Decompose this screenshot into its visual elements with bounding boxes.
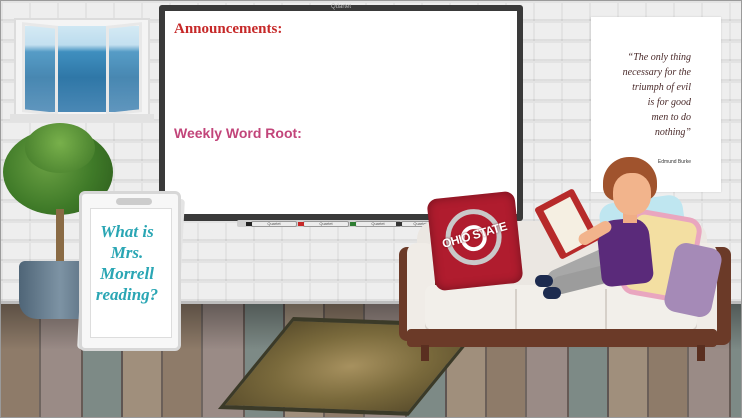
weekly-word-root-heading[interactable]: Weekly Word Root: xyxy=(174,125,302,141)
bitmoji-classroom-scene: Quartet Announcements: Weekly Word Root:… xyxy=(0,0,742,418)
whiteboard-brand: Quartet xyxy=(330,4,351,10)
window[interactable] xyxy=(10,18,154,122)
whiteboard: Quartet Announcements: Weekly Word Root: xyxy=(159,4,523,221)
bitmoji-reading-avatar[interactable] xyxy=(529,157,679,307)
sign-text: What is Mrs. Morrell reading? xyxy=(95,222,159,304)
marker-red[interactable]: Quartet xyxy=(298,221,349,227)
window-pane-right xyxy=(106,22,142,116)
quote-text: “The only thing necessary for the triump… xyxy=(622,52,691,138)
sandwich-board-sign[interactable]: What is Mrs. Morrell reading? xyxy=(77,191,187,355)
marker-black[interactable]: Quartet xyxy=(246,221,297,227)
marker-green[interactable]: Quartet xyxy=(350,221,401,227)
announcements-heading[interactable]: Announcements: xyxy=(174,21,282,38)
window-sill xyxy=(10,114,154,122)
window-pane-left xyxy=(22,22,58,116)
ohio-state-pillow[interactable]: OHIO STATE xyxy=(426,190,524,292)
avatar-face xyxy=(613,173,651,215)
